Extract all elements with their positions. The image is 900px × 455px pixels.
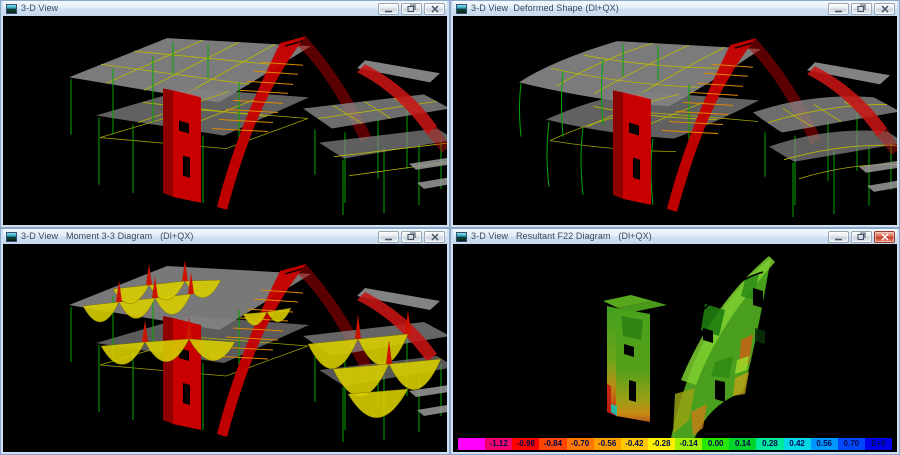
- legend-segment: -1.12: [485, 438, 512, 450]
- window-title: 3-D View Resultant F22 Diagram (Dl+QX): [471, 229, 828, 244]
- minimize-button[interactable]: [828, 3, 849, 15]
- restore-button[interactable]: [401, 3, 422, 15]
- legend-segment: -0.98: [512, 438, 539, 450]
- legend-segment: -0.70: [567, 438, 594, 450]
- window-titlebar[interactable]: 3-D View Deformed Shape (Dl+QX): [453, 1, 897, 16]
- mdi-workspace: 3-D View: [0, 0, 900, 455]
- minimize-button[interactable]: [378, 3, 399, 15]
- viewport-f22-diagram[interactable]: -1.12-0.98-0.84-0.70-0.56-0.42-0.28-0.14…: [453, 244, 897, 452]
- window-menu-icon[interactable]: [6, 4, 17, 14]
- legend-segment: 0.70: [838, 438, 865, 450]
- legend-segment: 0.28: [756, 438, 783, 450]
- legend-segment: -0.84: [539, 438, 566, 450]
- viewport-moment-diagram[interactable]: [3, 244, 447, 452]
- window-menu-icon[interactable]: [456, 232, 467, 242]
- window-titlebar[interactable]: 3-D View Resultant F22 Diagram (Dl+QX): [453, 229, 897, 244]
- minimize-button[interactable]: [828, 231, 849, 243]
- legend-segment: -0.14: [675, 438, 702, 450]
- model-rendering-moment-diagram: [3, 244, 447, 452]
- model-rendering-deformed-shape: [453, 16, 897, 225]
- window-titlebar[interactable]: 3-D View: [3, 1, 447, 16]
- restore-button[interactable]: [401, 231, 422, 243]
- window-menu-icon[interactable]: [456, 4, 467, 14]
- window-menu-icon[interactable]: [6, 232, 17, 242]
- close-button[interactable]: [424, 231, 445, 243]
- legend-segment: [458, 438, 485, 450]
- restore-button[interactable]: [851, 231, 872, 243]
- minimize-button[interactable]: [378, 231, 399, 243]
- restore-button[interactable]: [851, 3, 872, 15]
- legend-segment: 0.14: [729, 438, 756, 450]
- close-button[interactable]: [874, 3, 895, 15]
- contour-legend: -1.12-0.98-0.84-0.70-0.56-0.42-0.28-0.14…: [458, 438, 892, 450]
- legend-segment: E+6: [865, 438, 892, 450]
- window-3d-view: 3-D View: [0, 0, 450, 228]
- legend-segment: -0.42: [621, 438, 648, 450]
- legend-segment: -0.56: [594, 438, 621, 450]
- window-title: 3-D View Deformed Shape (Dl+QX): [471, 1, 828, 16]
- close-button[interactable]: [874, 231, 895, 243]
- viewport-deformed-shape[interactable]: [453, 16, 897, 225]
- window-title: 3-D View Moment 3-3 Diagram (Dl+QX): [21, 229, 378, 244]
- close-button[interactable]: [424, 3, 445, 15]
- window-moment-diagram: 3-D View Moment 3-3 Diagram (Dl+QX): [0, 228, 450, 455]
- window-f22-diagram: 3-D View Resultant F22 Diagram (Dl+QX): [450, 228, 900, 455]
- legend-segment: -0.28: [648, 438, 675, 450]
- legend-segment: 0.56: [811, 438, 838, 450]
- model-rendering-f22-contour: [453, 244, 897, 452]
- model-rendering-3d-view: [3, 16, 447, 225]
- viewport-3d-view[interactable]: [3, 16, 447, 225]
- legend-segment: 0.42: [784, 438, 811, 450]
- legend-segment: 0.00: [702, 438, 729, 450]
- window-deformed-shape: 3-D View Deformed Shape (Dl+QX): [450, 0, 900, 228]
- window-title: 3-D View: [21, 1, 378, 16]
- window-titlebar[interactable]: 3-D View Moment 3-3 Diagram (Dl+QX): [3, 229, 447, 244]
